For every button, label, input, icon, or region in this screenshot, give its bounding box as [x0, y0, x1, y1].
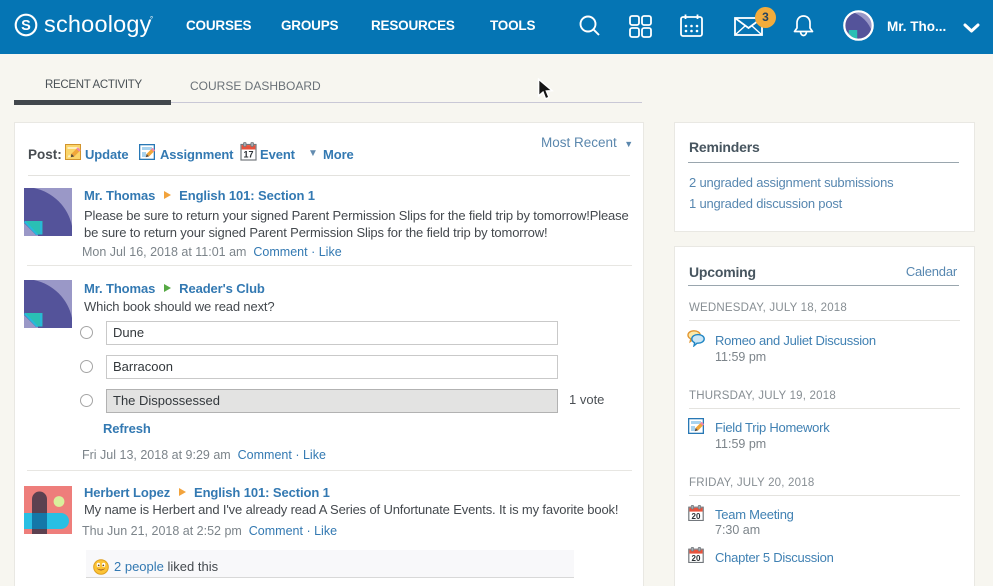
svg-text:schoology: schoology — [44, 12, 152, 37]
svg-text:°: ° — [150, 15, 153, 24]
svg-text:S: S — [21, 18, 31, 34]
svg-text:20: 20 — [692, 554, 701, 563]
svg-text:20: 20 — [692, 512, 701, 521]
svg-text:17: 17 — [243, 150, 253, 160]
